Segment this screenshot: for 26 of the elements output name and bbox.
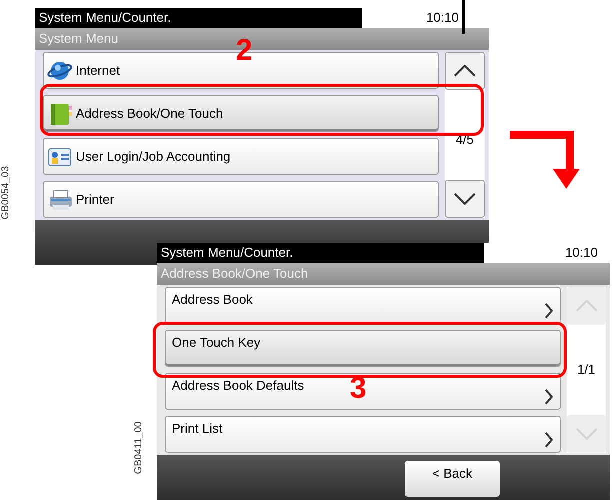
menu-title: Address Book/One Touch [157, 263, 610, 285]
chevron-down-icon [454, 193, 476, 205]
menu-item[interactable]: User Login/Job Accounting [43, 138, 439, 175]
figure-label: GB0411_00 [134, 422, 144, 474]
chevron-up-icon [454, 65, 476, 77]
status-title: System Menu/Counter. [157, 243, 484, 263]
menu-item[interactable]: Printer [43, 181, 439, 218]
menu-item[interactable]: One Touch Key [165, 330, 561, 367]
status-title: System Menu/Counter. [35, 8, 362, 28]
menu-item[interactable]: Print List [165, 416, 561, 453]
page-indicator: 1/1 [576, 361, 597, 380]
step-number: 3 [350, 374, 367, 404]
scroll-up-button[interactable] [445, 52, 485, 90]
back-button[interactable]: < Back [405, 461, 500, 497]
clock-time: 10:10 [426, 9, 459, 27]
chevron-up-icon [576, 300, 598, 312]
menu-item[interactable]: Address Book [165, 287, 561, 324]
chevron-right-icon [544, 432, 554, 448]
menu-item[interactable]: Address Book/One Touch [43, 95, 439, 132]
chevron-down-icon [576, 428, 598, 440]
chevron-right-icon [544, 303, 554, 319]
clock-time: 10:10 [565, 244, 598, 262]
chevron-right-icon [544, 389, 554, 405]
scroll-down-button[interactable] [445, 180, 485, 218]
figure-label: GB0054_03 [2, 166, 12, 220]
turn-arrow [509, 130, 581, 190]
